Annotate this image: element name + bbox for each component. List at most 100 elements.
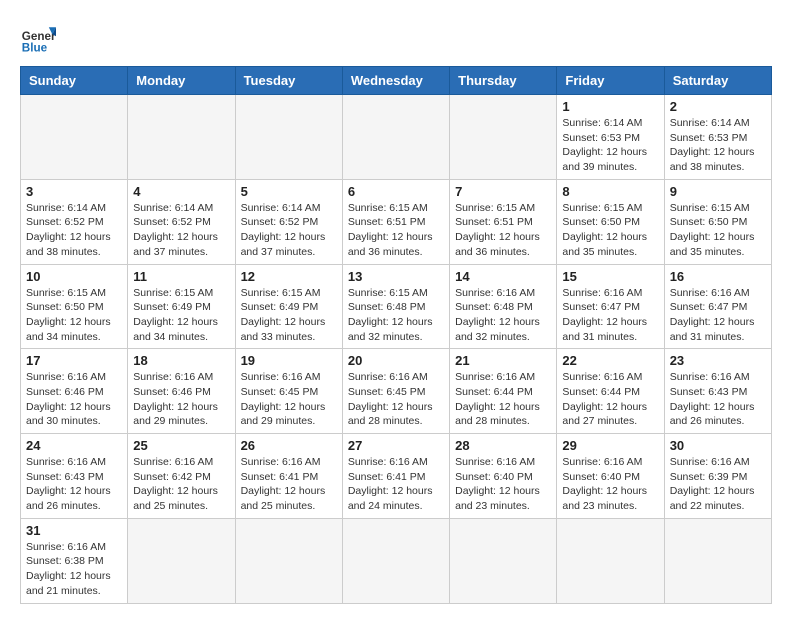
calendar-cell: 29Sunrise: 6:16 AM Sunset: 6:40 PM Dayli… [557,434,664,519]
day-info: Sunrise: 6:14 AM Sunset: 6:52 PM Dayligh… [241,201,337,260]
calendar-cell: 26 Sunrise: 6:16 AM Sunset: 6:41 PM Dayli… [235,434,342,519]
day-number: 12 [241,269,337,284]
day-number: 9 [670,184,766,199]
day-number: 18 [133,353,229,368]
calendar-table: SundayMondayTuesdayWednesdayThursdayFrid… [20,66,772,604]
calendar-header-row: SundayMondayTuesdayWednesdayThursdayFrid… [21,67,772,95]
day-info: Sunrise: 6:16 AM Sunset: 6:42 PM Dayligh… [133,455,229,514]
calendar-cell: 14Sunrise: 6:16 AM Sunset: 6:48 PM Dayli… [450,264,557,349]
day-info: Sunrise: 6:14 AM Sunset: 6:53 PM Dayligh… [670,116,766,175]
calendar-week-3: 10 Sunrise: 6:15 AM Sunset: 6:50 PM Dayli… [21,264,772,349]
calendar-cell: 11 Sunrise: 6:15 AM Sunset: 6:49 PM Dayli… [128,264,235,349]
calendar-cell [557,518,664,603]
calendar-cell [664,518,771,603]
day-info: Sunrise: 6:15 AM Sunset: 6:50 PM Dayligh… [670,201,766,260]
day-number: 4 [133,184,229,199]
day-info: Sunrise: 6:16 AM Sunset: 6:44 PM Dayligh… [455,370,551,429]
calendar-cell [342,518,449,603]
day-info: Sunrise: 6:16 AM Sunset: 6:41 PM Dayligh… [241,455,337,514]
calendar-cell [21,95,128,180]
day-info: Sunrise: 6:16 AM Sunset: 6:44 PM Dayligh… [562,370,658,429]
calendar-cell: 31 Sunrise: 6:16 AM Sunset: 6:38 PM Dayli… [21,518,128,603]
calendar-cell: 13 Sunrise: 6:15 AM Sunset: 6:48 PM Dayli… [342,264,449,349]
day-info: Sunrise: 6:16 AM Sunset: 6:48 PM Dayligh… [455,286,551,345]
day-number: 22 [562,353,658,368]
day-number: 6 [348,184,444,199]
calendar-cell: 6 Sunrise: 6:15 AM Sunset: 6:51 PM Daylig… [342,179,449,264]
day-info: Sunrise: 6:16 AM Sunset: 6:38 PM Dayligh… [26,540,122,599]
calendar-cell: 22 Sunrise: 6:16 AM Sunset: 6:44 PM Dayli… [557,349,664,434]
day-info: Sunrise: 6:14 AM Sunset: 6:52 PM Dayligh… [26,201,122,260]
day-number: 13 [348,269,444,284]
day-number: 24 [26,438,122,453]
day-header-monday: Monday [128,67,235,95]
calendar-cell: 25 Sunrise: 6:16 AM Sunset: 6:42 PM Dayli… [128,434,235,519]
day-number: 26 [241,438,337,453]
day-number: 31 [26,523,122,538]
day-info: Sunrise: 6:15 AM Sunset: 6:51 PM Dayligh… [348,201,444,260]
calendar-cell [235,518,342,603]
day-number: 21 [455,353,551,368]
day-info: Sunrise: 6:16 AM Sunset: 6:43 PM Dayligh… [26,455,122,514]
calendar-cell [450,518,557,603]
calendar-cell [342,95,449,180]
day-info: Sunrise: 6:15 AM Sunset: 6:49 PM Dayligh… [133,286,229,345]
calendar-cell: 7Sunrise: 6:15 AM Sunset: 6:51 PM Daylig… [450,179,557,264]
calendar-cell: 16 Sunrise: 6:16 AM Sunset: 6:47 PM Dayli… [664,264,771,349]
day-number: 17 [26,353,122,368]
logo-icon: General Blue [20,20,56,56]
day-number: 23 [670,353,766,368]
day-info: Sunrise: 6:14 AM Sunset: 6:52 PM Dayligh… [133,201,229,260]
calendar-cell: 21 Sunrise: 6:16 AM Sunset: 6:44 PM Dayli… [450,349,557,434]
day-info: Sunrise: 6:16 AM Sunset: 6:47 PM Dayligh… [670,286,766,345]
calendar-cell: 28 Sunrise: 6:16 AM Sunset: 6:40 PM Dayli… [450,434,557,519]
day-info: Sunrise: 6:16 AM Sunset: 6:40 PM Dayligh… [455,455,551,514]
day-number: 3 [26,184,122,199]
day-number: 25 [133,438,229,453]
day-number: 28 [455,438,551,453]
calendar-cell: 30 Sunrise: 6:16 AM Sunset: 6:39 PM Dayli… [664,434,771,519]
calendar-cell: 9 Sunrise: 6:15 AM Sunset: 6:50 PM Daylig… [664,179,771,264]
day-header-sunday: Sunday [21,67,128,95]
calendar-cell: 12 Sunrise: 6:15 AM Sunset: 6:49 PM Dayli… [235,264,342,349]
day-info: Sunrise: 6:15 AM Sunset: 6:50 PM Dayligh… [26,286,122,345]
day-number: 15 [562,269,658,284]
day-info: Sunrise: 6:14 AM Sunset: 6:53 PM Dayligh… [562,116,658,175]
day-info: Sunrise: 6:16 AM Sunset: 6:45 PM Dayligh… [241,370,337,429]
day-header-wednesday: Wednesday [342,67,449,95]
day-info: Sunrise: 6:15 AM Sunset: 6:48 PM Dayligh… [348,286,444,345]
day-number: 7 [455,184,551,199]
day-header-thursday: Thursday [450,67,557,95]
calendar-cell: 19 Sunrise: 6:16 AM Sunset: 6:45 PM Dayli… [235,349,342,434]
logo: General Blue [20,20,56,56]
calendar-cell: 17Sunrise: 6:16 AM Sunset: 6:46 PM Dayli… [21,349,128,434]
day-info: Sunrise: 6:15 AM Sunset: 6:50 PM Dayligh… [562,201,658,260]
day-number: 16 [670,269,766,284]
calendar-cell: 8 Sunrise: 6:15 AM Sunset: 6:50 PM Daylig… [557,179,664,264]
calendar-cell: 24 Sunrise: 6:16 AM Sunset: 6:43 PM Dayli… [21,434,128,519]
day-number: 30 [670,438,766,453]
day-info: Sunrise: 6:16 AM Sunset: 6:46 PM Dayligh… [133,370,229,429]
day-info: Sunrise: 6:15 AM Sunset: 6:49 PM Dayligh… [241,286,337,345]
day-info: Sunrise: 6:16 AM Sunset: 6:45 PM Dayligh… [348,370,444,429]
day-number: 2 [670,99,766,114]
calendar-cell [450,95,557,180]
day-number: 10 [26,269,122,284]
day-number: 19 [241,353,337,368]
day-info: Sunrise: 6:16 AM Sunset: 6:40 PM Dayligh… [562,455,658,514]
calendar-cell: 23Sunrise: 6:16 AM Sunset: 6:43 PM Dayli… [664,349,771,434]
day-number: 8 [562,184,658,199]
day-number: 1 [562,99,658,114]
calendar-week-5: 24 Sunrise: 6:16 AM Sunset: 6:43 PM Dayli… [21,434,772,519]
calendar-cell: 5Sunrise: 6:14 AM Sunset: 6:52 PM Daylig… [235,179,342,264]
calendar-week-6: 31 Sunrise: 6:16 AM Sunset: 6:38 PM Dayli… [21,518,772,603]
day-info: Sunrise: 6:16 AM Sunset: 6:39 PM Dayligh… [670,455,766,514]
day-number: 11 [133,269,229,284]
day-info: Sunrise: 6:16 AM Sunset: 6:47 PM Dayligh… [562,286,658,345]
day-number: 20 [348,353,444,368]
page-header: General Blue [20,20,772,56]
calendar-cell: 1 Sunrise: 6:14 AM Sunset: 6:53 PM Daylig… [557,95,664,180]
calendar-cell [128,95,235,180]
day-header-friday: Friday [557,67,664,95]
calendar-cell: 18 Sunrise: 6:16 AM Sunset: 6:46 PM Dayli… [128,349,235,434]
